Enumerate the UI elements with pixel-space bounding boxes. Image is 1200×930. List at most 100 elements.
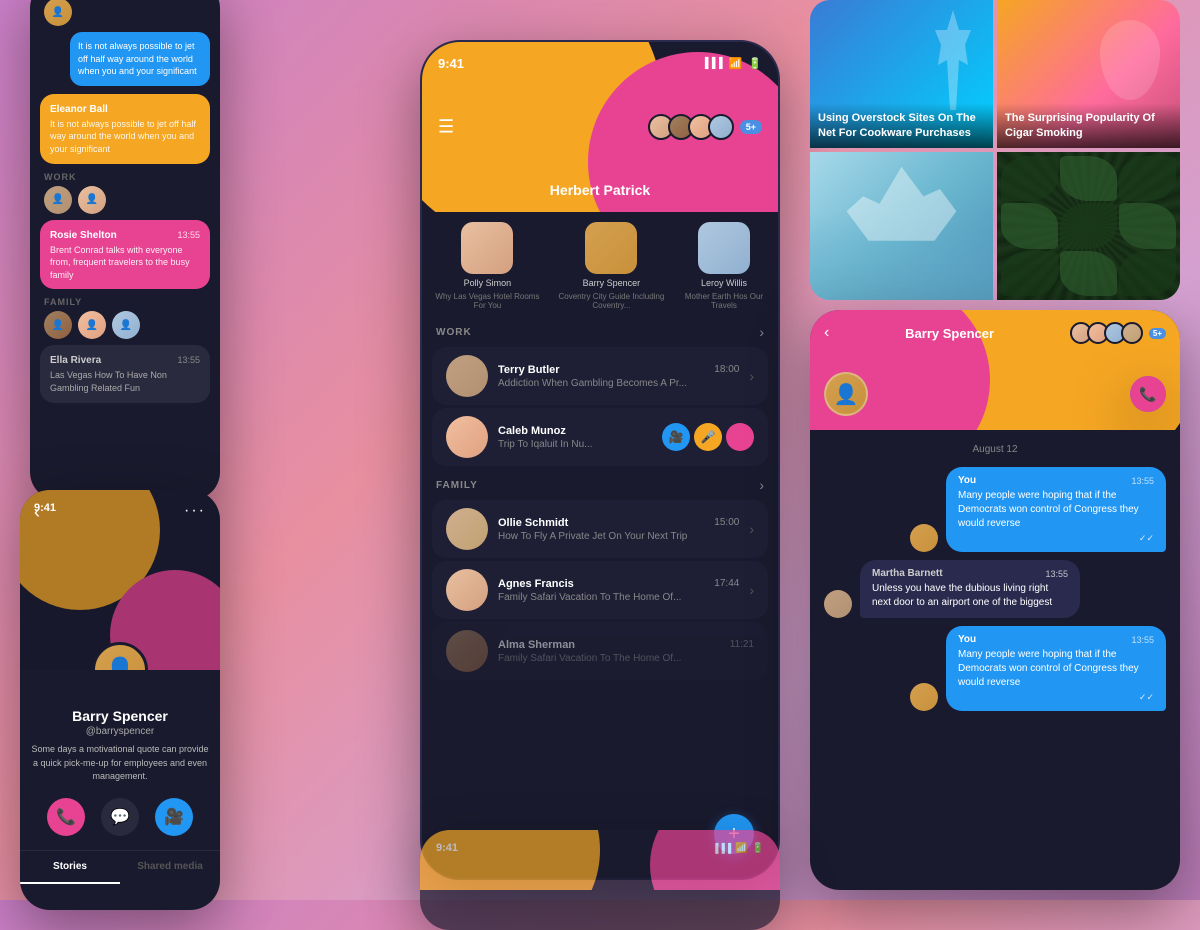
message-button[interactable]: 💬 — [101, 798, 139, 836]
mic-badge[interactable]: 🎤 — [694, 423, 722, 451]
chat-header: ‹ Barry Spencer 5+ 👤 📞 🎥 — [810, 310, 1180, 430]
bubble-av-you1 — [910, 524, 938, 552]
p3-status-icons: ▐▐▐ 📶 🔋 — [701, 57, 762, 70]
bubble-time-martha: 13:55 — [1045, 569, 1068, 579]
news-overlay-2: The Surprising Popularity Of Cigar Smoki… — [997, 103, 1180, 148]
chat-av4 — [1121, 322, 1143, 344]
profile-more-btn[interactable]: ··· — [184, 502, 206, 520]
hamburger-menu[interactable]: ☰ — [438, 117, 454, 138]
family-arrow-icon[interactable]: › — [759, 477, 764, 493]
msg-card-eleanor[interactable]: Eleanor Ball It is not always possible t… — [40, 94, 210, 164]
msg-name-ollie: Ollie Schmidt — [498, 517, 568, 529]
msg-time-terry: 18:00 — [714, 364, 739, 376]
msg-content-caleb: Caleb Munoz Trip To Iqaluit In Nu... — [498, 425, 652, 450]
msg-item-agnes[interactable]: Agnes Francis 17:44 Family Safari Vacati… — [432, 561, 768, 619]
news-card-glacier[interactable] — [810, 152, 993, 300]
bubble-row-you1: You 13:55 Many people were hoping that i… — [824, 467, 1166, 552]
profile-name: Barry Spencer — [30, 708, 210, 724]
phone-chat: ‹ Barry Spencer 5+ 👤 📞 🎥 — [810, 310, 1180, 890]
avatar-fam3: 👤 — [112, 311, 140, 339]
p5-bg-yellow — [420, 830, 600, 890]
chat-profile-avatar: 👤 — [824, 372, 868, 416]
chat-more-badge: 5+ — [1149, 328, 1166, 339]
tab-stories[interactable]: Stories — [20, 851, 120, 884]
phone-profile: 9:41 ··· 👤 ‹ Barry Spencer @barryspencer… — [20, 490, 220, 910]
msg-av-terry — [446, 355, 488, 397]
news-card-cigar[interactable]: The Surprising Popularity Of Cigar Smoki… — [997, 0, 1180, 148]
bubble-av-you2 — [910, 683, 938, 711]
chevron-ollie: › — [749, 521, 754, 537]
msg-content-terry: Terry Butler 18:00 Addiction When Gambli… — [498, 364, 739, 389]
msg-preview-caleb: Trip To Iqaluit In Nu... — [498, 439, 652, 450]
msg-time-alma: 11:21 — [730, 639, 754, 651]
news-title-1: Using Overstock Sites On The Net For Coo… — [818, 111, 985, 140]
msg-time-ella: 13:55 — [177, 355, 200, 365]
family-label: FAMILY — [436, 480, 478, 491]
msg-preview-agnes: Family Safari Vacation To The Home Of... — [498, 592, 739, 603]
chat-contact-name: Barry Spencer — [905, 326, 994, 341]
chat-action-buttons: 📞 🎥 — [1130, 376, 1166, 412]
p3-user-row: 5+ — [648, 114, 762, 140]
p5-bg-pink — [650, 830, 780, 890]
msg-preview: It is not always possible to jet off hal… — [50, 118, 200, 156]
msg-card-rosie[interactable]: Rosie Shelton 13:55 Brent Conrad talks w… — [40, 220, 210, 290]
msg-preview-ella: Las Vegas How To Have Non Gambling Relat… — [50, 369, 200, 394]
news-panel: Using Overstock Sites On The Net For Coo… — [810, 0, 1180, 300]
work-arrow-icon[interactable]: › — [759, 324, 764, 340]
msg-time-agnes: 17:44 — [714, 578, 739, 590]
story-name-polly: Polly Simon — [464, 278, 512, 288]
story-item-barry[interactable]: Barry Spencer Coventry City Guide Includ… — [551, 222, 672, 310]
story-av-polly — [461, 222, 513, 274]
chat-call-button[interactable]: 📞 — [1130, 376, 1166, 412]
msg-name-caleb: Caleb Munoz — [498, 425, 566, 437]
news-card-overstock[interactable]: Using Overstock Sites On The Net For Coo… — [810, 0, 993, 148]
p5-wifi: 📶 — [735, 843, 747, 854]
video-badge[interactable]: 🎥 — [662, 423, 690, 451]
story-item-leroy[interactable]: Leroy Willis Mother Earth Hos Our Travel… — [680, 222, 768, 310]
msg-preview-alma: Family Safari Vacation To The Home Of... — [498, 653, 754, 664]
msg-name-agnes: Agnes Francis — [498, 578, 574, 590]
story-item-polly[interactable]: Polly Simon Why Las Vegas Hotel Rooms Fo… — [432, 222, 543, 310]
tab-shared-media[interactable]: Shared media — [120, 851, 220, 884]
message-bubble-top: It is not always possible to jet off hal… — [70, 32, 210, 86]
msg-item-caleb[interactable]: Caleb Munoz Trip To Iqaluit In Nu... 🎥 🎤 — [432, 408, 768, 466]
chat-date: August 12 — [824, 444, 1166, 455]
back-button[interactable]: ‹ — [34, 502, 40, 523]
profile-handle: @barryspencer — [30, 726, 210, 737]
profile-bio: Some days a motivational quote can provi… — [30, 743, 210, 784]
section-work: WORK — [44, 172, 206, 182]
p5-time: 9:41 — [436, 842, 458, 854]
msg-content-agnes: Agnes Francis 17:44 Family Safari Vacati… — [498, 578, 739, 603]
msg-name-terry: Terry Butler — [498, 364, 560, 376]
msg-card-ella[interactable]: Ella Rivera 13:55 Las Vegas How To Have … — [40, 345, 210, 402]
chat-back-button[interactable]: ‹ — [824, 324, 829, 342]
phone3-header: 9:41 ▐▐▐ 📶 🔋 ☰ 5+ Herbert Patrick — [422, 42, 778, 212]
avatar-work2: 👤 — [78, 186, 106, 214]
chat-user-row: 5+ — [1070, 322, 1166, 344]
p3-time: 9:41 — [438, 56, 464, 71]
bubble-name-you1: You — [958, 475, 976, 486]
msg-item-terry[interactable]: Terry Butler 18:00 Addiction When Gambli… — [432, 347, 768, 405]
msg-item-alma[interactable]: Alma Sherman 11:21 Family Safari Vacatio… — [432, 622, 768, 680]
call-button[interactable]: 📞 — [47, 798, 85, 836]
bubble-name-martha: Martha Barnett — [872, 568, 943, 579]
family-section-header: FAMILY › — [422, 469, 778, 497]
chevron-terry: › — [749, 368, 754, 384]
phone-main-messages: 9:41 ▐▐▐ 📶 🔋 ☰ 5+ Herbert Patrick Polly … — [420, 40, 780, 880]
msg-preview-rosie: Brent Conrad talks with everyone from, f… — [50, 244, 200, 282]
bubble-you2: You 13:55 Many people were hoping that i… — [946, 626, 1166, 711]
story-av-leroy — [698, 222, 750, 274]
bubble-name-you2: You — [958, 634, 976, 645]
p3-more-badge: 5+ — [740, 120, 762, 134]
work-label: WORK — [436, 327, 472, 338]
profile-info: Barry Spencer @barryspencer Some days a … — [20, 708, 220, 784]
avatar-fam2: 👤 — [78, 311, 106, 339]
msg-badge[interactable] — [726, 423, 754, 451]
video-button[interactable]: 🎥 — [155, 798, 193, 836]
msg-item-ollie[interactable]: Ollie Schmidt 15:00 How To Fly A Private… — [432, 500, 768, 558]
bubble-check-you2: ✓✓ — [958, 692, 1154, 703]
news-card-tobacco[interactable] — [997, 152, 1180, 300]
p5-battery: 🔋 — [752, 843, 764, 854]
action-badges-caleb: 🎥 🎤 — [662, 423, 754, 451]
profile-header: 9:41 ··· 👤 ‹ — [20, 490, 220, 670]
